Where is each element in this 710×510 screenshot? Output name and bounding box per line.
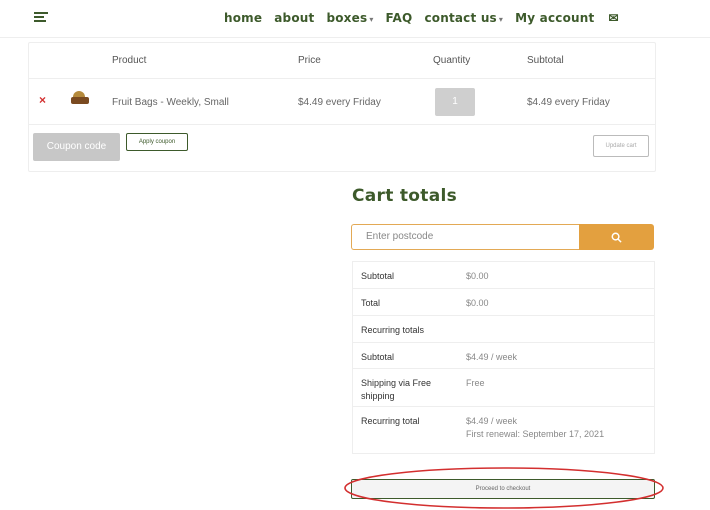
totals-row-total: Total $0.00 xyxy=(353,289,654,316)
table-row: × Fruit Bags - Weekly, Small $4.49 every… xyxy=(29,79,655,125)
cart-totals-title: Cart totals xyxy=(352,186,458,206)
recurring-total-amount: $4.49 / week xyxy=(466,416,518,426)
apply-coupon-button[interactable]: Apply coupon xyxy=(126,133,188,151)
first-renewal-note: First renewal: September 17, 2021 xyxy=(466,429,605,439)
nav-faq[interactable]: FAQ xyxy=(386,11,413,25)
totals-row-recurring-total: Recurring total $4.49 / week First renew… xyxy=(353,407,654,453)
quantity-input[interactable]: 1 xyxy=(435,88,475,116)
search-icon xyxy=(611,232,622,243)
update-cart-button[interactable]: Update cart xyxy=(593,135,649,157)
cart-totals-table: Subtotal $0.00 Total $0.00 Recurring tot… xyxy=(352,261,655,454)
cart-table-header: Product Price Quantity Subtotal xyxy=(29,43,655,79)
product-name-link[interactable]: Fruit Bags - Weekly, Small xyxy=(112,97,229,108)
postcode-search-button[interactable] xyxy=(579,224,654,250)
totals-row-recurring-subtotal: Subtotal $4.49 / week xyxy=(353,343,654,369)
totals-value: $0.00 xyxy=(466,271,489,281)
header-product: Product xyxy=(112,55,147,66)
nav-my-account[interactable]: My account xyxy=(515,11,594,25)
proceed-to-checkout-button[interactable]: Proceed to checkout xyxy=(351,479,655,499)
cart-table: Product Price Quantity Subtotal × Fruit … xyxy=(28,42,656,172)
totals-value xyxy=(458,316,654,342)
nav-home[interactable]: home xyxy=(224,11,262,25)
mail-icon[interactable]: ✉ xyxy=(608,11,618,25)
main-nav: home about boxes ▾ FAQ contact us ▾ My acc… xyxy=(224,11,619,25)
totals-value: $0.00 xyxy=(466,298,489,308)
totals-label: Shipping via Free shipping xyxy=(361,378,432,401)
totals-row-shipping: Shipping via Free shipping Free xyxy=(353,369,654,407)
header-price: Price xyxy=(298,55,321,66)
chevron-down-icon: ▾ xyxy=(369,15,374,24)
chevron-down-icon: ▾ xyxy=(498,15,504,24)
nav-boxes[interactable]: boxes ▾ xyxy=(326,11,373,25)
product-thumbnail[interactable] xyxy=(71,91,89,105)
totals-label: Recurring totals xyxy=(361,325,425,335)
totals-value: $4.49 / week xyxy=(466,352,518,362)
totals-value: $4.49 / week First renewal: September 17… xyxy=(458,407,654,453)
site-header: home about boxes ▾ FAQ contact us ▾ My acc… xyxy=(0,0,710,38)
menu-icon[interactable] xyxy=(34,12,48,26)
totals-label: Subtotal xyxy=(361,352,395,362)
nav-about[interactable]: about xyxy=(274,11,314,25)
header-quantity: Quantity xyxy=(433,55,471,66)
header-subtotal: Subtotal xyxy=(527,55,564,66)
product-subtotal: $4.49 every Friday xyxy=(527,97,610,108)
totals-label: Subtotal xyxy=(361,271,395,281)
product-price: $4.49 every Friday xyxy=(298,97,381,108)
remove-item-icon[interactable]: × xyxy=(39,93,46,107)
totals-label: Recurring total xyxy=(361,416,420,426)
totals-label: Total xyxy=(361,298,381,308)
cart-actions: Coupon code Apply coupon Update cart xyxy=(29,125,655,171)
totals-value: Free xyxy=(466,378,485,388)
coupon-code-input[interactable]: Coupon code xyxy=(33,133,120,161)
totals-row-subtotal: Subtotal $0.00 xyxy=(353,262,654,289)
totals-row-recurring-heading: Recurring totals xyxy=(353,316,654,343)
nav-contact-us[interactable]: contact us ▾ xyxy=(424,11,503,25)
postcode-input[interactable]: Enter postcode xyxy=(351,224,579,250)
